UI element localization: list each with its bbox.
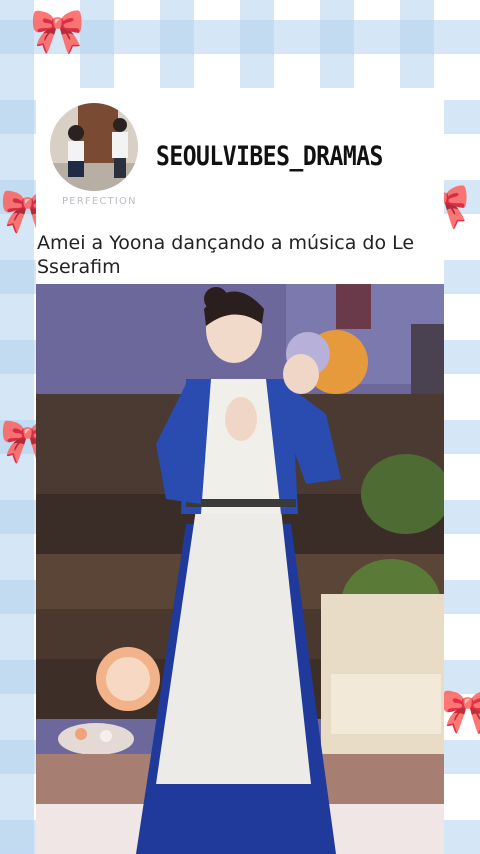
username[interactable]: SEOULVIBES_DRAMAS bbox=[156, 142, 383, 172]
avatar[interactable] bbox=[50, 103, 138, 191]
video-frame bbox=[36, 284, 444, 854]
post-caption: Amei a Yoona dançando a música do Le Sse… bbox=[37, 232, 415, 278]
ribbon-icon: 🎀 bbox=[440, 686, 480, 737]
avatar-image bbox=[50, 103, 138, 191]
ribbon-icon: 🎀 bbox=[30, 6, 85, 57]
avatar-caption: PERFECTION bbox=[62, 196, 137, 207]
media-video[interactable] bbox=[36, 284, 444, 854]
